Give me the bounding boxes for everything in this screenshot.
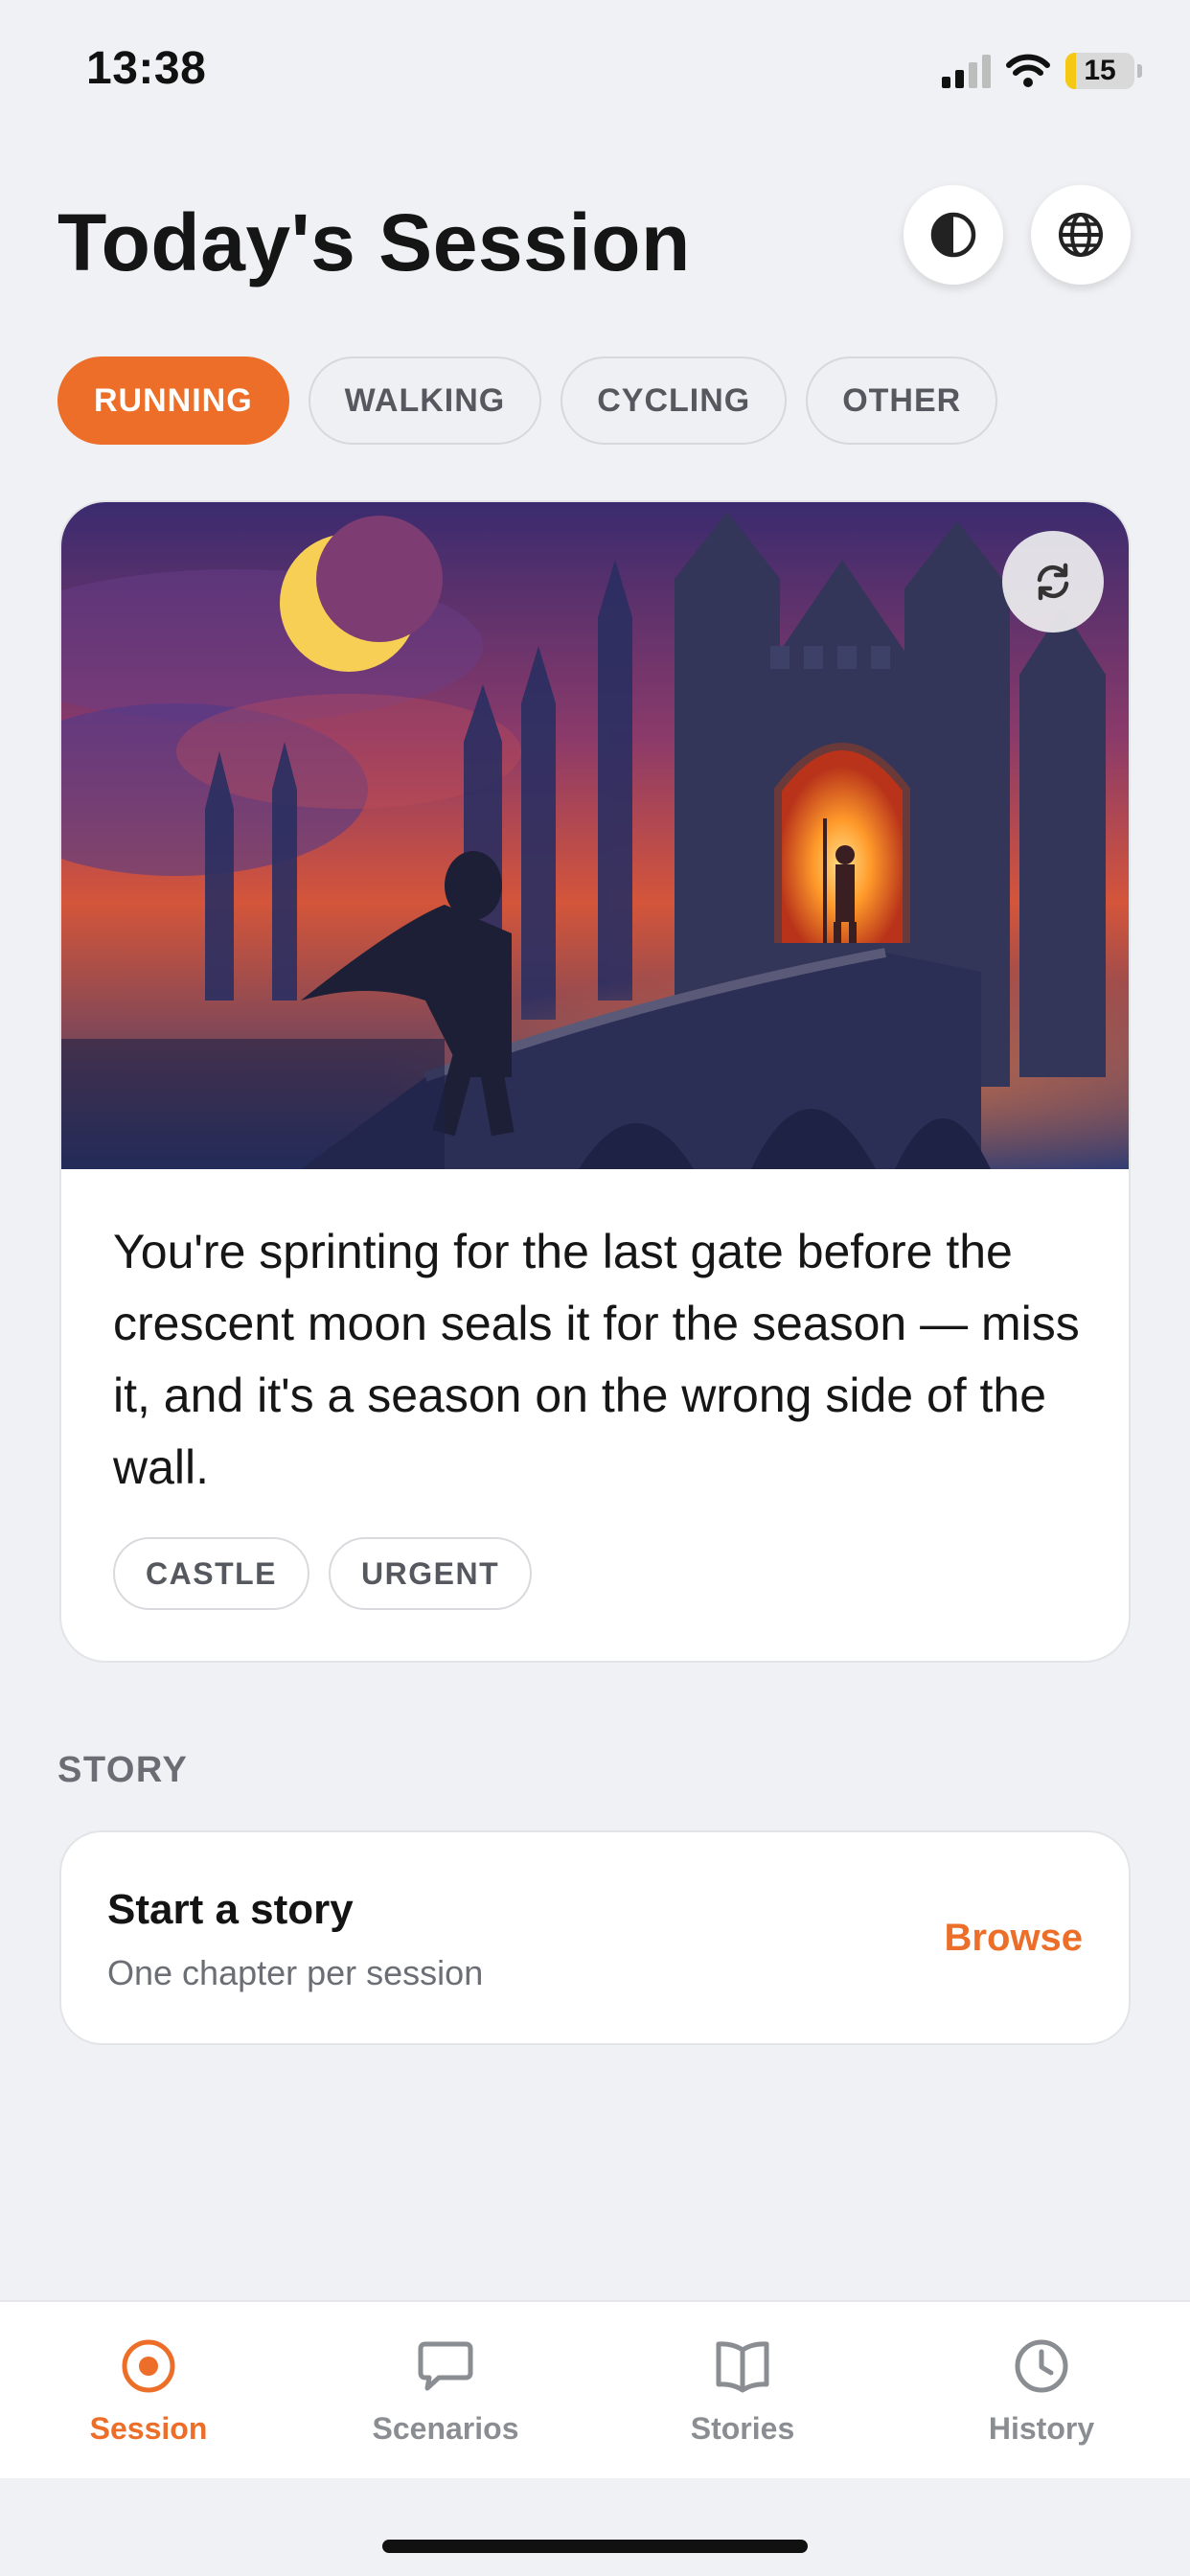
target-icon <box>122 2339 175 2393</box>
tab-session[interactable]: Session <box>0 2302 297 2480</box>
refresh-scenario-button[interactable] <box>1002 531 1104 632</box>
tab-history-label: History <box>988 2411 1095 2446</box>
chip-cycling[interactable]: CYCLING <box>561 356 788 445</box>
scenario-description: You're sprinting for the last gate befor… <box>113 1225 1080 1494</box>
tab-history[interactable]: History <box>893 2302 1190 2480</box>
tab-session-label: Session <box>89 2411 208 2446</box>
scenario-tags: CASTLE URGENT <box>113 1537 533 1610</box>
signal-icon <box>942 54 991 88</box>
language-button[interactable] <box>1031 185 1131 285</box>
scenario-image <box>61 502 1129 1169</box>
chip-other[interactable]: OTHER <box>806 356 998 445</box>
castle-gate-illustration <box>61 502 1129 1169</box>
start-story-card[interactable]: Start a story One chapter per session Br… <box>59 1830 1131 2045</box>
chip-walking[interactable]: WALKING <box>308 356 542 445</box>
chat-bubble-icon <box>418 2341 473 2391</box>
theme-toggle-button[interactable] <box>904 185 1003 285</box>
clock-icon <box>1015 2339 1068 2393</box>
story-card-subtitle: One chapter per session <box>107 1953 484 1992</box>
status-bar: 13:38 15 <box>0 0 1190 144</box>
bottom-safe-area <box>0 2478 1190 2576</box>
browse-stories-link[interactable]: Browse <box>945 1917 1084 1960</box>
tag-castle: CASTLE <box>113 1537 309 1610</box>
contrast-icon <box>930 212 976 258</box>
chip-running[interactable]: RUNNING <box>57 356 289 445</box>
wifi-icon <box>1006 54 1050 87</box>
tag-urgent: URGENT <box>329 1537 533 1610</box>
tab-scenarios[interactable]: Scenarios <box>297 2302 594 2480</box>
tab-stories-label: Stories <box>690 2411 795 2446</box>
battery-icon: 15 <box>1065 53 1134 89</box>
refresh-icon <box>1037 563 1069 601</box>
tab-bar: Session Scenarios Stories History <box>0 2300 1190 2478</box>
story-section-label: STORY <box>57 1750 189 1790</box>
status-time: 13:38 <box>86 43 207 94</box>
tab-stories[interactable]: Stories <box>594 2302 891 2480</box>
battery-level-text: 15 <box>1084 55 1116 86</box>
scenario-card: You're sprinting for the last gate befor… <box>59 500 1131 1663</box>
page-title: Today's Session <box>57 197 691 288</box>
activity-chips: RUNNING WALKING CYCLING OTHER <box>57 356 998 445</box>
tab-scenarios-label: Scenarios <box>372 2411 519 2446</box>
story-card-title: Start a story <box>107 1886 354 1933</box>
globe-icon <box>1059 213 1103 257</box>
status-icons: 15 <box>942 50 1142 92</box>
book-icon <box>716 2341 769 2393</box>
home-indicator[interactable] <box>382 2540 808 2553</box>
